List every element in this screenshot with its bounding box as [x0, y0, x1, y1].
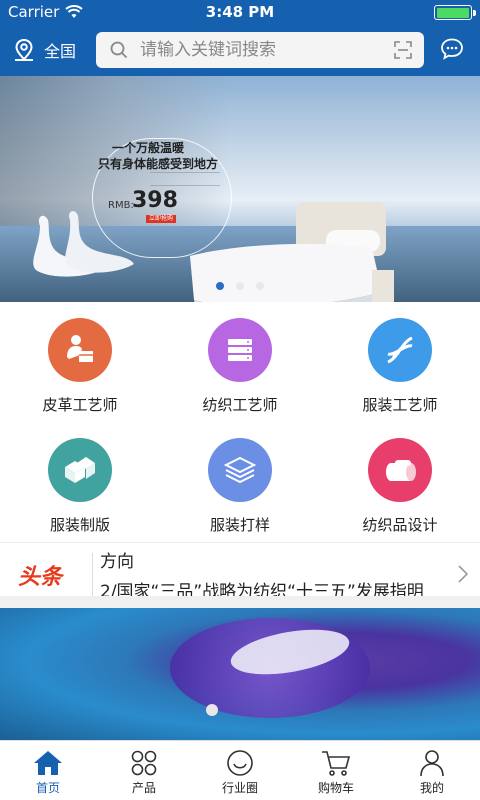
textile-craftsman-icon	[208, 318, 272, 382]
pagination-dot[interactable]	[236, 282, 244, 290]
category-label: 服装制版	[49, 516, 110, 534]
textile-design-icon	[368, 438, 432, 502]
promo-banner[interactable]: 一个万般温暖 只有身体能感受到地方 RMB: 398 立即抢购	[0, 76, 480, 302]
category-grid: 皮革工艺师 纺织工艺师 服装工艺师 服装制版 服装打样 纺织品设计	[0, 302, 480, 542]
tab-home[interactable]: 首页	[0, 741, 96, 800]
tab-label: 我的	[419, 781, 444, 795]
clock: 3:48 PM	[205, 3, 275, 21]
tab-profile[interactable]: 我的	[384, 741, 480, 800]
category-label: 服装打样	[209, 516, 270, 534]
tab-industry-circle[interactable]: 行业圈	[192, 741, 288, 800]
search-input[interactable]	[140, 40, 380, 60]
promo-headline-2: 只有身体能感受到地方	[98, 157, 219, 171]
category-label: 纺织品设计	[362, 516, 438, 534]
divider	[92, 553, 93, 599]
promo-headline-1: 一个万般温暖	[112, 141, 185, 155]
feature-image[interactable]	[0, 608, 480, 740]
pagination-dot[interactable]	[216, 282, 224, 290]
industry-circle-icon	[227, 750, 253, 776]
category-label: 皮革工艺师	[42, 396, 118, 414]
location-selector[interactable]: 全国	[12, 38, 76, 62]
category-garment-craftsman[interactable]: 服装工艺师	[320, 302, 480, 422]
pagination-dot[interactable]	[256, 282, 264, 290]
category-garment-sample[interactable]: 服装打样	[160, 422, 320, 542]
section-divider	[0, 596, 480, 608]
tab-label: 行业圈	[221, 781, 258, 795]
chevron-right-icon[interactable]	[458, 565, 468, 583]
category-textile-craftsman[interactable]: 纺织工艺师	[160, 302, 320, 422]
category-label: 纺织工艺师	[202, 396, 278, 414]
garment-pattern-icon	[48, 438, 112, 502]
category-leather-craftsman[interactable]: 皮革工艺师	[0, 302, 160, 422]
leather-craftsman-icon	[48, 318, 112, 382]
location-label: 全国	[44, 42, 77, 61]
headline-item-partial[interactable]: 方向	[100, 547, 134, 572]
buy-now-button[interactable]: 立即抢购	[146, 215, 176, 223]
tab-products[interactable]: 产品	[96, 741, 192, 800]
category-garment-pattern[interactable]: 服装制版	[0, 422, 160, 542]
category-textile-design[interactable]: 纺织品设计	[320, 422, 480, 542]
profile-icon	[420, 750, 444, 777]
products-icon	[131, 750, 157, 776]
top-nav-bar: 全国	[0, 24, 480, 76]
tab-cart[interactable]: 购物车	[288, 741, 384, 800]
cart-icon	[322, 751, 351, 776]
embroidery-bead	[206, 704, 218, 716]
home-icon	[34, 751, 62, 775]
status-bar: Carrier 3:48 PM	[0, 0, 480, 24]
price-currency: RMB:	[108, 200, 134, 211]
headline-tag: 头条	[18, 565, 63, 590]
promo-fine-print	[150, 172, 220, 186]
app-screen: Carrier 3:48 PM 全国 请输入关键词搜索 一个万般温暖 只有身体能…	[0, 0, 480, 800]
message-icon[interactable]	[440, 38, 464, 60]
scan-icon[interactable]	[394, 41, 412, 59]
battery-icon	[434, 5, 476, 24]
location-pin-icon	[15, 38, 33, 61]
tab-label: 首页	[35, 781, 60, 795]
category-label: 服装工艺师	[362, 396, 438, 414]
banner-pagination	[0, 282, 480, 290]
garment-craftsman-icon	[368, 318, 432, 382]
promo-price: 398	[132, 188, 178, 213]
bottom-tab-bar: 首页 产品 行业圈 购物车 我的	[0, 740, 480, 800]
tab-label: 购物车	[317, 781, 354, 795]
tab-label: 产品	[131, 781, 156, 795]
garment-sample-icon	[208, 438, 272, 502]
search-icon	[110, 41, 128, 59]
search-bar[interactable]	[96, 32, 424, 68]
